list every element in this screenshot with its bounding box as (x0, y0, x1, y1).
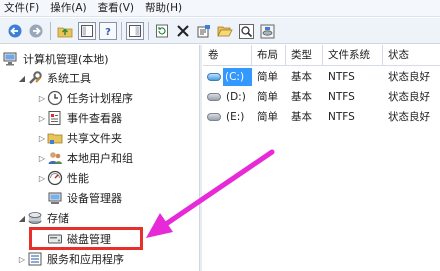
collapse-arrow-icon[interactable]: ◢ (17, 214, 27, 223)
volume-type: 基本 (291, 111, 312, 123)
tree-item-label: 共享文件夹 (67, 132, 122, 145)
expand-arrow-icon[interactable]: ▷ (37, 94, 47, 103)
search-icon[interactable] (237, 22, 255, 40)
tree-item-disk-management[interactable]: 磁盘管理 (37, 229, 111, 249)
services-icon (27, 251, 43, 267)
volume-filesystem: NTFS (328, 111, 355, 123)
users-icon (47, 150, 63, 166)
expand-arrow-icon[interactable]: ▷ (17, 255, 27, 264)
column-header-filesystem[interactable]: 文件系统 (323, 45, 383, 66)
volume-icon (207, 93, 221, 101)
open-folder-icon[interactable] (216, 22, 234, 40)
volume-name: (D:) (226, 91, 246, 103)
tree-item-label: 本地用户和组 (67, 152, 133, 165)
tree-item-label: 任务计划程序 (67, 92, 133, 105)
disk-management-icon (47, 231, 63, 247)
tree-item-label: 存储 (47, 212, 69, 225)
volume-layout: 简单 (257, 71, 278, 83)
column-header-status[interactable]: 状态 (383, 45, 440, 66)
tree-item-label: 服务和应用程序 (47, 253, 124, 266)
menu-help[interactable]: 帮助(H) (145, 0, 182, 16)
volume-layout: 简单 (257, 111, 278, 123)
properties-icon[interactable] (195, 22, 213, 40)
pane-splitter[interactable] (199, 45, 202, 271)
up-folder-icon[interactable] (56, 22, 74, 40)
table-row[interactable]: (D:) 简单 基本 NTFS 状态良好 (203, 87, 440, 107)
menu-action[interactable]: 操作(A) (50, 0, 86, 16)
tree-item-label: 设备管理器 (67, 192, 122, 205)
tree-item-label: 性能 (67, 172, 89, 185)
tree-item-shared-folders[interactable]: ▷ 共享文件夹 (37, 128, 122, 148)
tree-item-label: 事件查看器 (67, 112, 122, 125)
clock-icon (47, 90, 63, 106)
tree-item-performance[interactable]: ▷ 性能 (37, 168, 89, 188)
table-row[interactable]: (C:) 简单 基本 NTFS 状态良好 (203, 67, 440, 87)
volume-status: 状态良好 (388, 71, 430, 83)
volume-status: 状态良好 (388, 111, 430, 123)
console-icon[interactable] (126, 22, 144, 40)
performance-icon (47, 170, 63, 186)
tree-root-label: 计算机管理(本地) (23, 53, 109, 66)
disk-properties-icon[interactable] (258, 22, 276, 40)
table-row[interactable]: (E:) 简单 基本 NTFS 状态良好 (203, 107, 440, 127)
console-tree: 计算机管理(本地) ◢ 系统工具 ▷ 任务计划程序 ▷ 事件查看器 ▷ 共享文件… (0, 45, 199, 271)
volume-icon (207, 73, 221, 81)
svg-text:?: ? (105, 27, 111, 37)
back-icon[interactable] (6, 22, 24, 40)
expand-arrow-icon[interactable]: ▷ (37, 174, 47, 183)
volume-name: (E:) (226, 111, 245, 123)
tree-item-system-tools[interactable]: ◢ 系统工具 (17, 68, 91, 88)
help-icon[interactable]: ? (99, 22, 117, 40)
tree-item-storage[interactable]: ◢ 存储 (17, 208, 69, 228)
tree-item-services-apps[interactable]: ▷ 服务和应用程序 (17, 249, 124, 269)
shared-folder-icon (47, 130, 63, 146)
column-header-layout[interactable]: 布局 (252, 45, 286, 66)
volume-list: 卷 布局 类型 文件系统 状态 (C:) 简单 基本 NTFS 状态良好 (D:… (203, 45, 440, 271)
collapse-arrow-icon[interactable]: ◢ (17, 74, 27, 83)
volume-name: (C:) (223, 68, 252, 86)
tree-item-label: 系统工具 (47, 72, 91, 85)
tree-item-event-viewer[interactable]: ▷ 事件查看器 (37, 108, 122, 128)
refresh-icon[interactable] (153, 22, 171, 40)
toolbar: ? (0, 18, 440, 44)
volume-status: 状态良好 (388, 91, 430, 103)
tree-item-local-users[interactable]: ▷ 本地用户和组 (37, 148, 133, 168)
computer-icon (3, 51, 19, 67)
menu-bar: 文件(F) 操作(A) 查看(V) 帮助(H) (0, 0, 440, 17)
expand-arrow-icon[interactable]: ▷ (37, 134, 47, 143)
volume-filesystem: NTFS (328, 91, 355, 103)
event-log-icon (47, 110, 63, 126)
delete-icon[interactable] (174, 22, 192, 40)
menu-file[interactable]: 文件(F) (4, 0, 39, 16)
forward-icon[interactable] (27, 22, 45, 40)
column-header-volume[interactable]: 卷 (203, 45, 252, 66)
expand-arrow-icon[interactable]: ▷ (37, 114, 47, 123)
device-manager-icon (47, 190, 63, 206)
storage-icon (27, 210, 43, 226)
volume-layout: 简单 (257, 91, 278, 103)
volume-icon (207, 113, 221, 121)
volume-filesystem: NTFS (328, 71, 355, 83)
tree-item-task-scheduler[interactable]: ▷ 任务计划程序 (37, 88, 133, 108)
column-header-type[interactable]: 类型 (286, 45, 323, 66)
tools-icon (27, 70, 43, 86)
tree-root[interactable]: 计算机管理(本地) (3, 49, 109, 69)
tree-item-label: 磁盘管理 (67, 233, 111, 246)
expand-arrow-icon[interactable]: ▷ (37, 154, 47, 163)
tree-item-device-manager[interactable]: 设备管理器 (47, 188, 122, 208)
show-tree-icon[interactable] (78, 22, 96, 40)
volume-type: 基本 (291, 71, 312, 83)
menu-view[interactable]: 查看(V) (98, 0, 134, 16)
volume-type: 基本 (291, 91, 312, 103)
